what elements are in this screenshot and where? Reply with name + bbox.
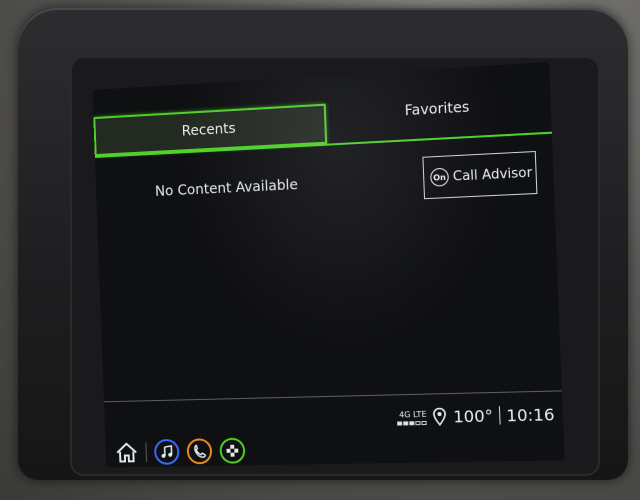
signal-bar bbox=[409, 420, 415, 425]
status-separator bbox=[498, 406, 501, 425]
apps-icon bbox=[226, 444, 239, 457]
home-icon[interactable] bbox=[115, 442, 139, 464]
signal-bar bbox=[403, 420, 409, 425]
music-icon bbox=[160, 445, 174, 459]
signal-bar bbox=[421, 420, 427, 425]
status-bar: 4G LTE 100° 10:16 bbox=[397, 399, 555, 433]
phone-icon bbox=[192, 444, 206, 458]
signal-strength-bars bbox=[397, 420, 427, 426]
phone-button[interactable] bbox=[186, 438, 213, 465]
location-pin-icon bbox=[432, 407, 447, 426]
infotainment-screen: Recents Favorites No Content Available O… bbox=[92, 61, 565, 468]
tab-favorites-label: Favorites bbox=[404, 99, 470, 120]
tab-recents-label: Recents bbox=[181, 120, 236, 140]
tab-favorites[interactable]: Favorites bbox=[325, 82, 551, 135]
apps-button[interactable] bbox=[219, 437, 246, 464]
tab-recents[interactable]: Recents bbox=[93, 103, 328, 157]
signal-bar bbox=[415, 420, 421, 425]
empty-state-message: No Content Available bbox=[154, 177, 299, 200]
outside-temperature: 100° bbox=[452, 405, 494, 426]
call-advisor-button[interactable]: On Call Advisor bbox=[422, 150, 538, 200]
clock: 10:16 bbox=[505, 404, 555, 425]
dock-separator bbox=[145, 442, 148, 463]
network-indicator: 4G LTE bbox=[397, 409, 427, 426]
music-button[interactable] bbox=[153, 438, 180, 465]
call-advisor-label: Call Advisor bbox=[452, 165, 533, 185]
signal-bar bbox=[397, 420, 403, 426]
onstar-icon: On bbox=[429, 167, 450, 187]
network-label: 4G LTE bbox=[398, 409, 427, 419]
